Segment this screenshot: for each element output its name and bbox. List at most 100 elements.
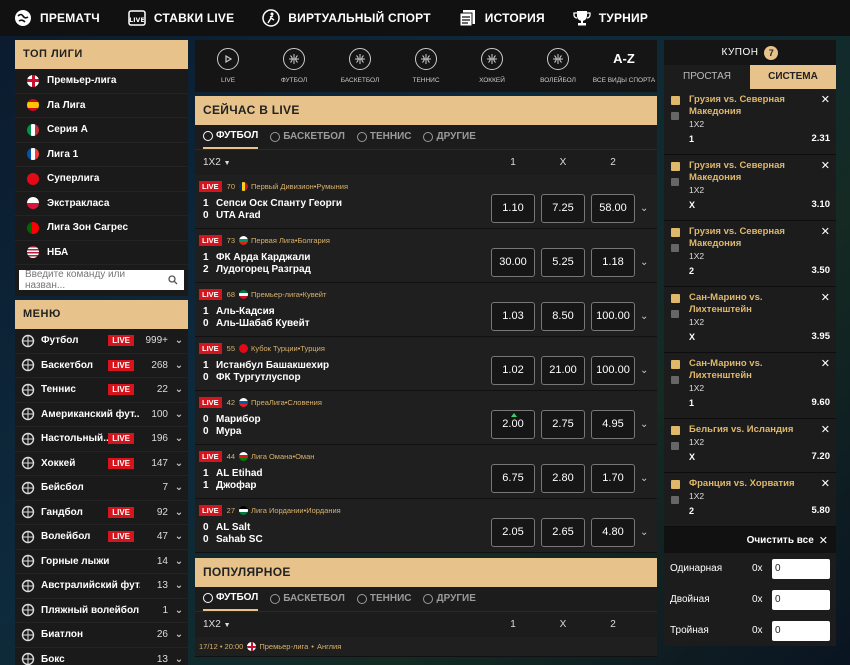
odd-button-1[interactable]: 30.00 [491,248,535,277]
chevron-down-icon[interactable]: ⌄ [640,527,648,538]
chevron-down-icon[interactable]: ⌄ [172,605,186,616]
bank-icon[interactable] [671,310,679,318]
live-match-row[interactable]: LIVE 55 Кубок Турции • Турция 1 Истанбул Баш… [195,337,657,391]
nav-tournament[interactable]: ТУРНИР [573,9,648,27]
odd-button-1[interactable]: 2.05 [491,518,535,547]
sport-basketball[interactable]: БАСКЕТБОЛ [327,40,393,92]
league-item[interactable]: Экстракласа [15,191,188,216]
stake-input[interactable]: 0 [772,558,830,579]
nav-prematch[interactable]: ПРЕМАТЧ [14,9,100,27]
league-item[interactable]: Суперлига [15,167,188,192]
chevron-down-icon[interactable]: ⌄ [172,629,186,640]
checkbox-icon[interactable] [671,480,680,489]
tab-1[interactable]: БАСКЕТБОЛ [270,125,345,149]
sport-volleyball[interactable]: ВОЛЕЙБОЛ [525,40,591,92]
chevron-down-icon[interactable]: ⌄ [640,473,648,484]
chevron-down-icon[interactable]: ⌄ [640,419,648,430]
tab-2[interactable]: ТЕННИС [356,125,411,149]
menu-item[interactable]: Бокс 13 ⌄ [15,647,188,665]
chevron-down-icon[interactable]: ⌄ [640,257,648,268]
stake-input[interactable]: 0 [772,589,830,610]
menu-item[interactable]: Теннис LIVE 22 ⌄ [15,378,188,403]
chevron-down-icon[interactable]: ⌄ [172,556,186,567]
menu-item[interactable]: Биатлон 26 ⌄ [15,623,188,648]
odd-button-x[interactable]: 2.75 [541,410,585,439]
live-match-row[interactable]: LIVE 27 Лига Иордании • Иордания 0 AL Salt 0 S… [195,499,657,553]
menu-item[interactable]: Американский фут... 100 ⌄ [15,402,188,427]
sport-a-z[interactable]: A-Z ВСЕ ВИДЫ СПОРТА [591,40,657,92]
tab-3[interactable]: ДРУГИЕ [423,125,476,149]
team-search-input[interactable]: Введите команду или назван... [19,269,184,291]
league-item[interactable]: Лига Зон Сагрес [15,216,188,241]
live-match-row[interactable]: LIVE 44 Лига Омана • Оман 1 AL Etihad 1 Джофар… [195,445,657,499]
tab-single[interactable]: ПРОСТАЯ [664,65,750,89]
menu-item[interactable]: Волейбол LIVE 47 ⌄ [15,525,188,550]
bank-icon[interactable] [671,442,679,450]
sport-football[interactable]: ФУТБОЛ [261,40,327,92]
menu-item[interactable]: Гандбол LIVE 92 ⌄ [15,500,188,525]
chevron-down-icon[interactable]: ⌄ [172,531,186,542]
menu-item[interactable]: Настольный... LIVE 196 ⌄ [15,427,188,452]
remove-bet-icon[interactable]: ✕ [821,477,830,490]
odd-button-2[interactable]: 4.95 [591,410,635,439]
chevron-down-icon[interactable]: ⌄ [172,654,186,665]
bank-icon[interactable] [671,178,679,186]
bank-icon[interactable] [671,496,679,504]
odd-button-2[interactable]: 1.18 [591,248,635,277]
checkbox-icon[interactable] [671,228,680,237]
odd-button-2[interactable]: 100.00 [591,356,635,385]
league-item[interactable]: Премьер-лига [15,69,188,94]
menu-item[interactable]: Хоккей LIVE 147 ⌄ [15,451,188,476]
league-item[interactable]: Ла Лига [15,93,188,118]
odd-button-2[interactable]: 58.00 [591,194,635,223]
nav-live-bets[interactable]: LIVE СТАВКИ LIVE [128,9,234,27]
chevron-down-icon[interactable]: ⌄ [172,360,186,371]
nav-virtual-sport[interactable]: ВИРТУАЛЬНЫЙ СПОРТ [262,9,431,27]
sport-play[interactable]: LIVE [195,40,261,92]
odd-button-x[interactable]: 8.50 [541,302,585,331]
tab-0[interactable]: ФУТБОЛ [203,587,259,611]
chevron-down-icon[interactable]: ⌄ [172,335,186,346]
nav-history[interactable]: ИСТОРИЯ [459,9,545,27]
chevron-down-icon[interactable]: ⌄ [172,458,186,469]
menu-item[interactable]: Горные лыжи 14 ⌄ [15,549,188,574]
menu-item[interactable]: Бейсбол 7 ⌄ [15,476,188,501]
odd-button-1[interactable]: 2.00 [491,410,535,439]
league-item[interactable]: Лига 1 [15,142,188,167]
odd-button-2[interactable]: 4.80 [591,518,635,547]
odd-button-2[interactable]: 100.00 [591,302,635,331]
odd-button-2[interactable]: 1.70 [591,464,635,493]
clear-all-button[interactable]: Очистить все ✕ [664,527,836,553]
odd-button-x[interactable]: 5.25 [541,248,585,277]
chevron-down-icon[interactable]: ⌄ [172,384,186,395]
checkbox-icon[interactable] [671,162,680,171]
stake-input[interactable]: 0 [772,620,830,641]
odd-button-1[interactable]: 1.03 [491,302,535,331]
chevron-down-icon[interactable]: ⌄ [172,409,186,420]
tab-system[interactable]: СИСТЕМА [750,65,836,89]
menu-item[interactable]: Футбол LIVE 999+ ⌄ [15,329,188,354]
sport-tennis[interactable]: ТЕННИС [393,40,459,92]
tab-2[interactable]: ТЕННИС [356,587,411,611]
menu-item[interactable]: Австралийский фут... 13 ⌄ [15,574,188,599]
chevron-down-icon[interactable]: ⌄ [172,507,186,518]
remove-bet-icon[interactable]: ✕ [821,93,830,106]
menu-item[interactable]: Баскетбол LIVE 268 ⌄ [15,353,188,378]
checkbox-icon[interactable] [671,96,680,105]
chevron-down-icon[interactable]: ⌄ [640,311,648,322]
tab-0[interactable]: ФУТБОЛ [203,125,259,149]
remove-bet-icon[interactable]: ✕ [821,225,830,238]
live-match-row[interactable]: LIVE 42 ПреаЛига • Словения 0 Марибор 0 Мура 2.… [195,391,657,445]
chevron-down-icon[interactable]: ⌄ [640,203,648,214]
checkbox-icon[interactable] [671,360,680,369]
odd-button-x[interactable]: 21.00 [541,356,585,385]
bank-icon[interactable] [671,376,679,384]
chevron-down-icon[interactable]: ⌄ [172,580,186,591]
chevron-down-icon[interactable]: ⌄ [172,482,186,493]
popular-market-select[interactable]: 1X2 ▼ [203,619,231,630]
remove-bet-icon[interactable]: ✕ [821,291,830,304]
league-item[interactable]: НБА [15,240,188,265]
chevron-down-icon[interactable]: ⌄ [172,433,186,444]
tab-3[interactable]: ДРУГИЕ [423,587,476,611]
odd-button-1[interactable]: 6.75 [491,464,535,493]
